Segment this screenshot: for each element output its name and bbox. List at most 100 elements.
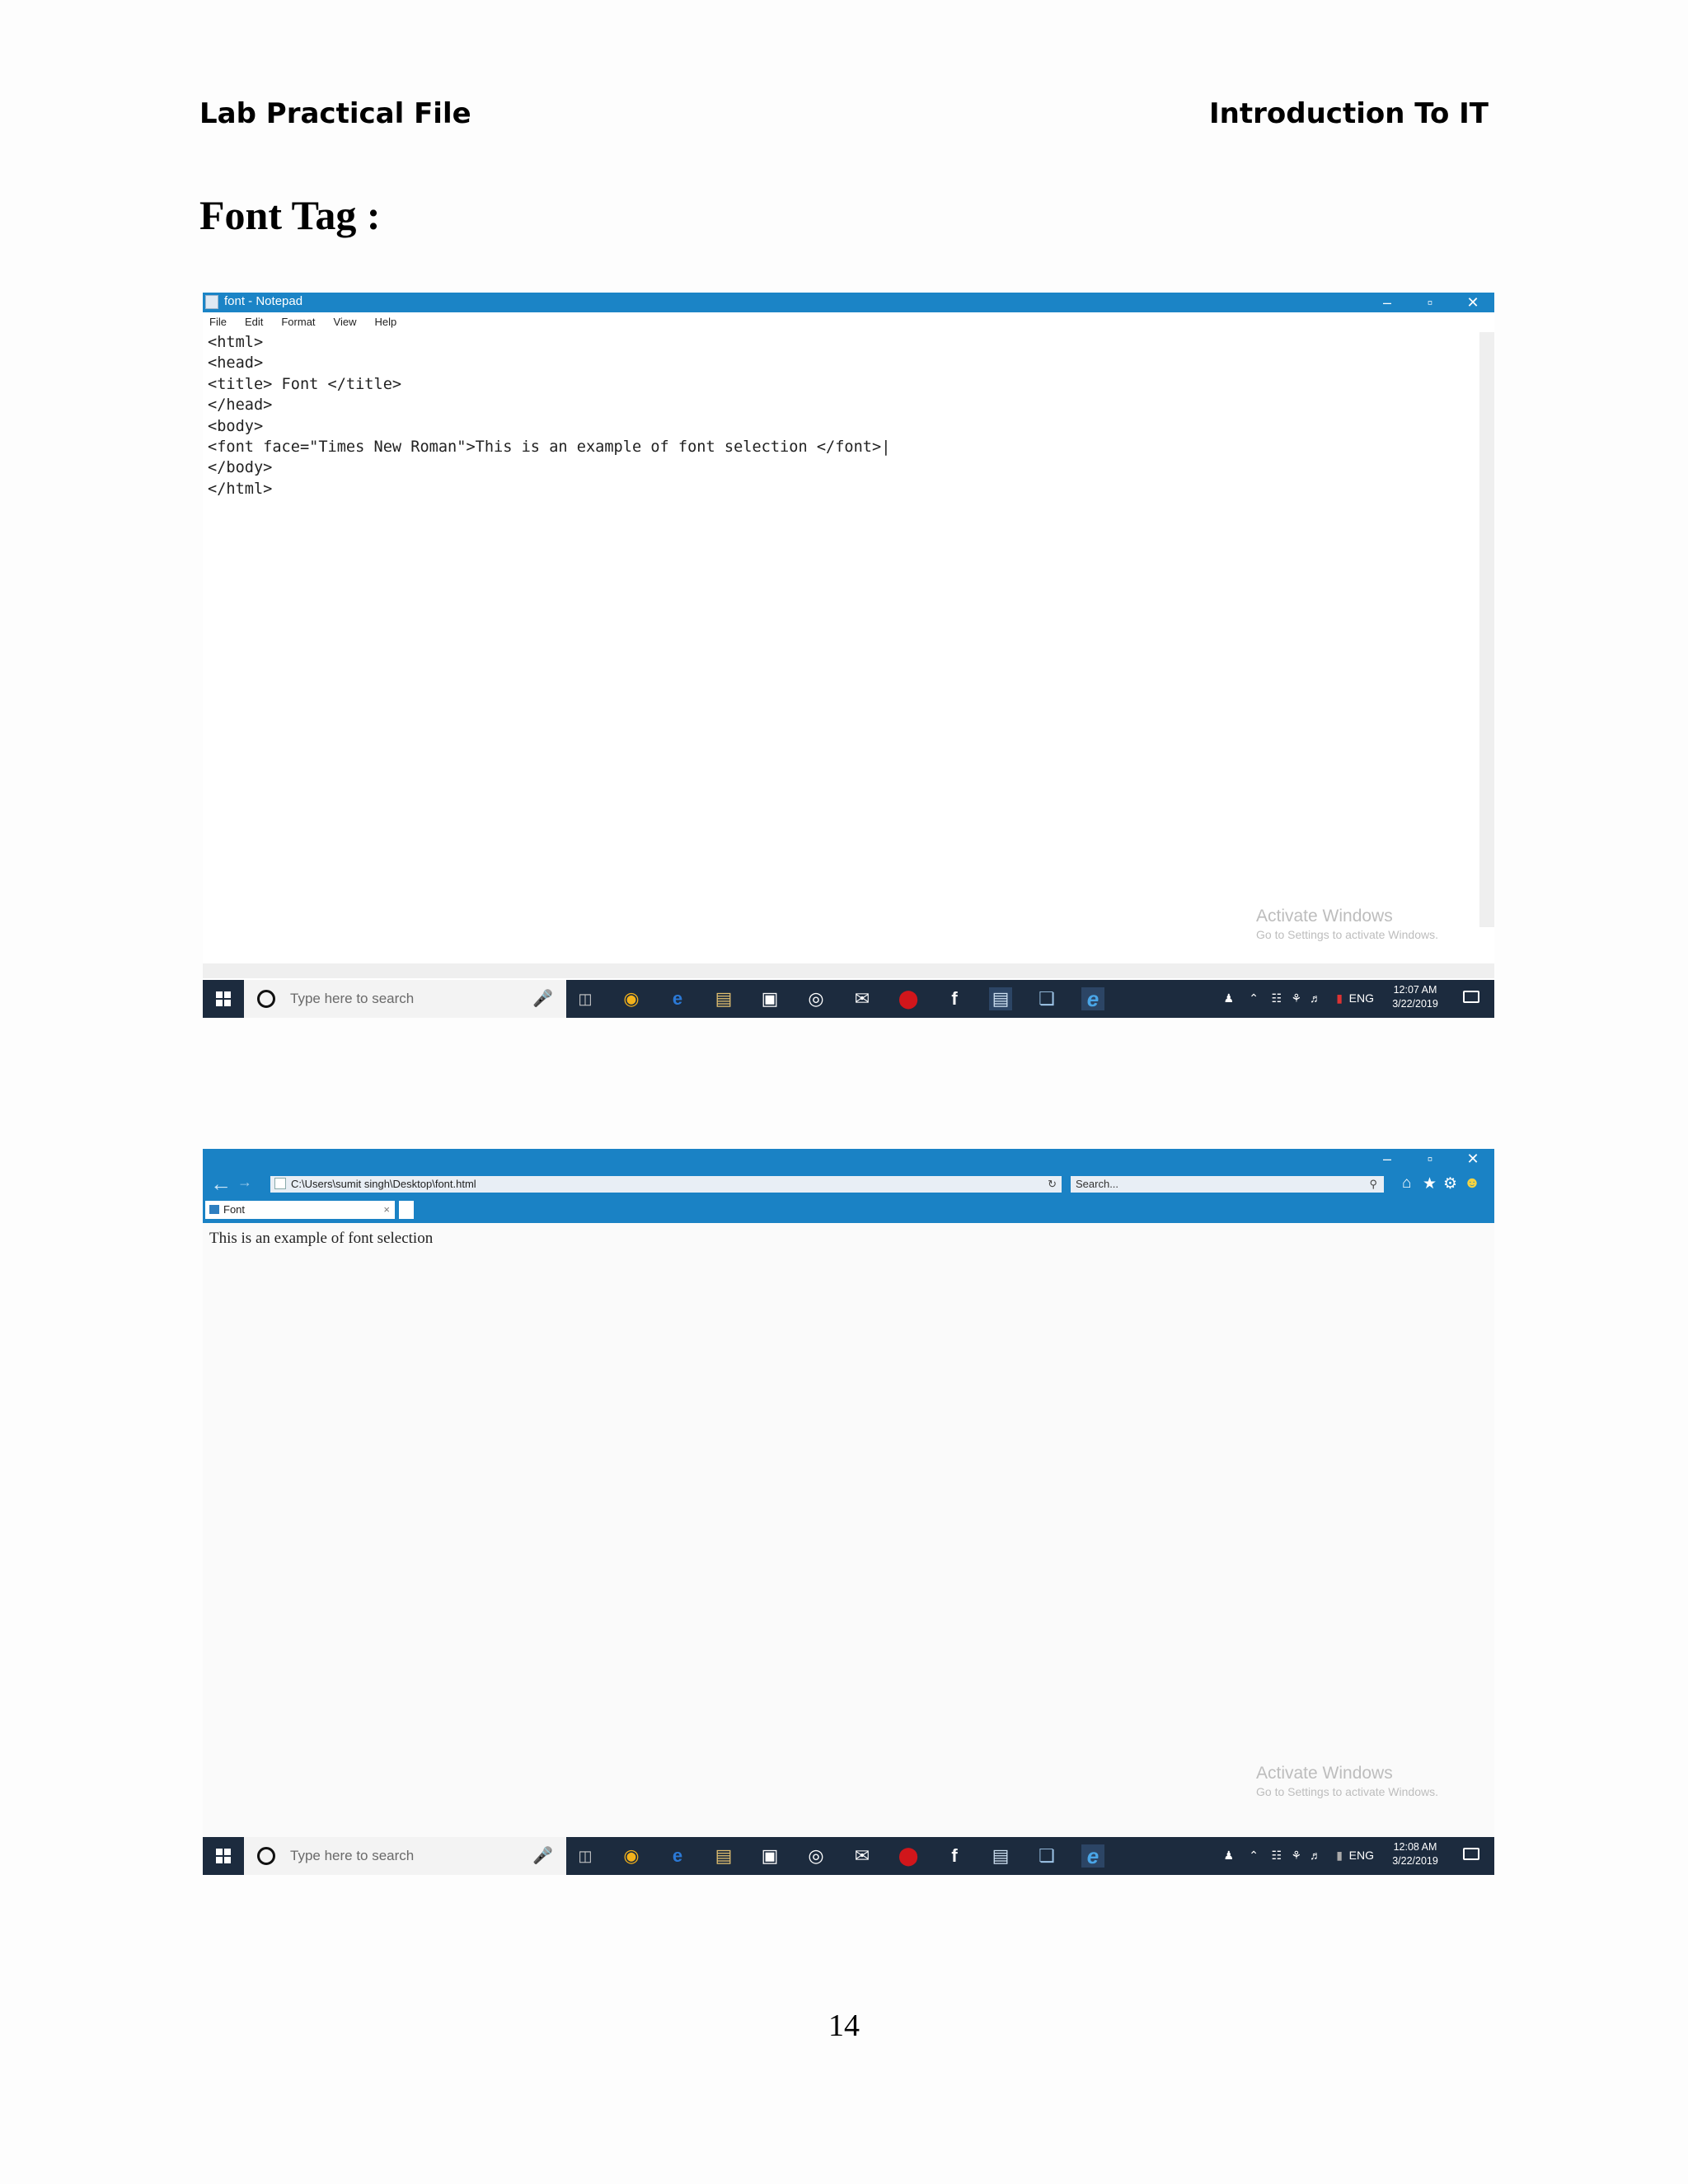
battery-icon[interactable]: ▮ — [1336, 991, 1343, 1005]
browser-screenshot: – ▫ ✕ ← → C:\Users\sumit singh\Desktop\f… — [203, 1149, 1494, 1875]
clock-time: 12:08 AM — [1393, 1841, 1437, 1853]
battery-icon[interactable]: ▮ — [1336, 1849, 1343, 1863]
file-explorer-icon[interactable]: ▤ — [712, 987, 735, 1010]
close-button[interactable]: ✕ — [1451, 1149, 1494, 1169]
network-icon[interactable]: ☷ — [1271, 1849, 1282, 1863]
taskbar-search-box[interactable]: Type here to search 🎤 — [244, 1837, 566, 1875]
taskbar-clock[interactable]: 12:07 AM 3/22/2019 — [1389, 983, 1442, 1011]
new-tab-button[interactable] — [399, 1201, 414, 1219]
file-explorer-icon[interactable]: ▤ — [712, 1844, 735, 1868]
restore-button[interactable]: ▫ — [1409, 1149, 1451, 1169]
menu-format[interactable]: Format — [281, 312, 315, 332]
notepad-menu-bar: File Edit Format View Help — [203, 312, 1494, 332]
task-view-icon[interactable]: ◫ — [574, 987, 597, 1010]
vertical-scrollbar[interactable] — [1479, 332, 1494, 927]
network-icon[interactable]: ☷ — [1271, 991, 1282, 1005]
tab-close-icon[interactable]: × — [383, 1201, 390, 1219]
groove-icon[interactable]: ◎ — [804, 987, 828, 1010]
chrome-icon[interactable]: ◉ — [620, 987, 643, 1010]
search-input[interactable]: Search... ⚲ — [1071, 1176, 1384, 1193]
store-icon[interactable]: ▣ — [758, 987, 781, 1010]
notepad-text-area[interactable]: <html> <head> <title> Font </title> </head>… — [208, 332, 1469, 927]
smiley-icon[interactable]: ☻ — [1464, 1174, 1480, 1193]
watermark-line2: Go to Settings to activate Windows. — [1256, 1785, 1438, 1798]
wifi-icon[interactable]: ⚘ — [1291, 1849, 1301, 1863]
microphone-icon[interactable]: 🎤 — [532, 1845, 553, 1866]
notepad-title-bar[interactable]: font - Notepad – ▫ ✕ — [203, 293, 1494, 312]
notepad-app-icon[interactable]: ▤ — [989, 1844, 1012, 1868]
minimize-button[interactable]: – — [1366, 293, 1409, 312]
notepad-icon — [205, 295, 218, 309]
language-indicator[interactable]: ENG — [1349, 1849, 1374, 1862]
language-indicator[interactable]: ENG — [1349, 991, 1374, 1005]
microphone-icon[interactable]: 🎤 — [532, 988, 553, 1009]
header-right: Introduction To IT — [1209, 97, 1489, 130]
internet-explorer-icon[interactable]: e — [1081, 1844, 1104, 1868]
files-icon[interactable]: ❏ — [1035, 987, 1058, 1010]
watermark-line1: Activate Windows — [1256, 907, 1393, 926]
watermark-line2: Go to Settings to activate Windows. — [1256, 928, 1438, 941]
notification-center-icon[interactable] — [1463, 1848, 1479, 1860]
chevron-up-icon[interactable]: ⌃ — [1249, 1849, 1259, 1863]
settings-gear-icon[interactable]: ⚙ — [1443, 1174, 1457, 1193]
notification-center-icon[interactable] — [1463, 991, 1479, 1003]
menu-help[interactable]: Help — [374, 312, 396, 332]
edge-icon[interactable]: e — [666, 1844, 689, 1868]
minimize-button[interactable]: – — [1366, 1149, 1409, 1169]
people-icon[interactable]: ♟ — [1223, 991, 1234, 1005]
chevron-up-icon[interactable]: ⌃ — [1249, 991, 1259, 1005]
menu-file[interactable]: File — [209, 312, 227, 332]
restore-button[interactable]: ▫ — [1409, 293, 1451, 312]
volume-icon[interactable]: ♬ — [1310, 991, 1321, 1005]
edge-icon[interactable]: e — [666, 987, 689, 1010]
windows-logo-icon — [216, 991, 223, 998]
mail-icon[interactable]: ✉ — [851, 987, 874, 1010]
cortana-icon — [257, 990, 275, 1008]
opera-icon[interactable]: ⬤ — [897, 987, 920, 1010]
task-view-icon[interactable]: ◫ — [574, 1844, 597, 1868]
facebook-icon[interactable]: f — [943, 1844, 966, 1868]
address-bar[interactable]: C:\Users\sumit singh\Desktop\font.html ↻ — [270, 1176, 1062, 1193]
refresh-icon[interactable]: ↻ — [1048, 1176, 1057, 1193]
close-button[interactable]: ✕ — [1451, 293, 1494, 312]
start-button[interactable] — [203, 1837, 244, 1875]
back-arrow-icon[interactable]: ← — [209, 1172, 232, 1195]
mail-icon[interactable]: ✉ — [851, 1844, 874, 1868]
address-text: C:\Users\sumit singh\Desktop\font.html — [291, 1178, 476, 1190]
notepad-screenshot: font - Notepad – ▫ ✕ File Edit Format View H… — [203, 293, 1494, 1018]
code-line: </body> — [208, 459, 273, 477]
code-line: </head> — [208, 396, 273, 415]
tab-font[interactable]: Font × — [205, 1201, 395, 1219]
home-icon[interactable]: ⌂ — [1402, 1174, 1411, 1193]
files-icon[interactable]: ❏ — [1035, 1844, 1058, 1868]
watermark-line1: Activate Windows — [1256, 1764, 1393, 1783]
start-button[interactable] — [203, 980, 244, 1018]
clock-time: 12:07 AM — [1393, 984, 1437, 996]
search-placeholder: Type here to search — [290, 991, 415, 1006]
header-left: Lab Practical File — [199, 97, 471, 130]
code-line: <font face="Times New Roman">This is an … — [208, 438, 891, 457]
tab-page-icon — [209, 1205, 219, 1214]
search-placeholder: Search... — [1076, 1178, 1119, 1190]
store-icon[interactable]: ▣ — [758, 1844, 781, 1868]
taskbar-search-box[interactable]: Type here to search 🎤 — [244, 980, 566, 1018]
internet-explorer-icon[interactable]: e — [1081, 987, 1104, 1010]
taskbar-clock[interactable]: 12:08 AM 3/22/2019 — [1389, 1840, 1442, 1868]
wifi-icon[interactable]: ⚘ — [1291, 991, 1301, 1005]
volume-icon[interactable]: ♬ — [1310, 1849, 1321, 1862]
notepad-window-title: font - Notepad — [224, 294, 303, 308]
notepad-app-icon[interactable]: ▤ — [989, 987, 1012, 1010]
search-icon[interactable]: ⚲ — [1369, 1176, 1377, 1193]
facebook-icon[interactable]: f — [943, 987, 966, 1010]
opera-icon[interactable]: ⬤ — [897, 1844, 920, 1868]
people-icon[interactable]: ♟ — [1223, 1849, 1234, 1863]
groove-icon[interactable]: ◎ — [804, 1844, 828, 1868]
chrome-icon[interactable]: ◉ — [620, 1844, 643, 1868]
horizontal-scrollbar[interactable] — [203, 963, 1494, 978]
menu-view[interactable]: View — [334, 312, 357, 332]
page-icon — [274, 1178, 286, 1189]
forward-arrow-icon[interactable]: → — [237, 1174, 252, 1191]
code-line: <body> — [208, 417, 264, 435]
menu-edit[interactable]: Edit — [245, 312, 263, 332]
favorites-star-icon[interactable]: ★ — [1423, 1174, 1437, 1193]
